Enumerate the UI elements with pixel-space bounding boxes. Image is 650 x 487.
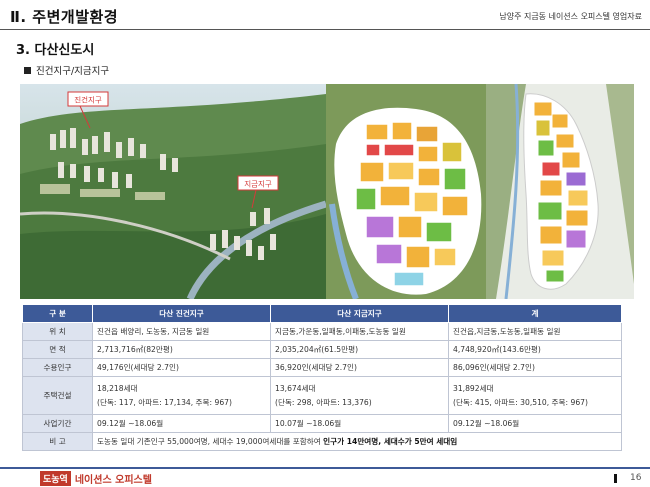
table-cell: 2,035,204㎡(61.5만평) [270,340,449,359]
map-images: 진건지구 지금지구 [20,84,634,299]
jingeon-land-use-plan [326,84,486,299]
row-label: 위 치 [22,322,93,341]
row-label: 수용인구 [22,358,93,377]
header-subtitle: 남양주 지금동 네이션스 오피스텔 영업자료 [499,12,642,21]
aerial-view-image: 진건지구 지금지구 [20,84,326,299]
jigeum-label: 지금지구 [244,180,272,189]
table-row: 주택건설 18,218세대 (단독: 117, 아파트: 17,134, 주복:… [22,376,622,415]
table-row: 면 적 2,713,716㎡(82만평) 2,035,204㎡(61.5만평) … [22,340,622,359]
column-header: 다산 진건지구 [92,304,271,323]
table-cell: 지금동,가운동,일패동,이패동,도농동 일원 [270,322,449,341]
table-cell: 86,096인(세대당 2.7인) [448,358,622,377]
row-label: 주택건설 [22,376,93,415]
cell-line: (단독: 298, 아파트: 13,376) [275,398,372,407]
table-row: 위 치 진건읍 배양리, 도농동, 지금동 일원 지금동,가운동,일패동,이패동… [22,322,622,341]
development-summary-table: 구 분 다산 진건지구 다산 지금지구 계 위 치 진건읍 배양리, 도농동, … [22,304,622,451]
page-number: 16 [630,473,642,483]
subsection-heading: 진건지구/지금지구 [24,63,109,77]
footer-logo: 도농역 네이션스 오피스텔 [40,470,152,486]
brand-name: 네이션스 오피스텔 [74,474,152,486]
table-cell: 36,920인(세대당 2.7인) [270,358,449,377]
table-cell: 09.12월 ~18.06월 [92,414,271,433]
header-title: Ⅱ. 주변개발환경 [10,8,119,26]
page-marker [614,474,617,483]
table-cell: 31,892세대 (단독: 415, 아파트: 30,510, 주복: 967) [448,376,622,415]
row-label: 비 고 [22,432,93,451]
jigeum-land-use-plan [486,84,634,299]
page-header: Ⅱ. 주변개발환경 남양주 지금동 네이션스 오피스텔 영업자료 [0,0,650,30]
station-tag: 도농역 [40,470,71,486]
jingeon-label: 진건지구 [74,95,102,105]
table-row: 비 고 도농동 일대 기존인구 55,000여명, 세대수 19,000여세대를… [22,432,622,451]
table-row: 사업기간 09.12월 ~18.06월 10.07월 ~18.06월 09.12… [22,414,622,433]
footer-divider [0,467,650,469]
table-cell: 13,674세대 (단독: 298, 아파트: 13,376) [270,376,449,415]
table-cell: 4,748,920㎡(143.6만평) [448,340,622,359]
cell-line: 31,892세대 [453,384,494,393]
table-cell: 진건읍,지금동,도농동,일패동 일원 [448,322,622,341]
remarks-cell: 도농동 일대 기존인구 55,000여명, 세대수 19,000여세대를 포함하… [92,432,622,451]
cell-line: 13,674세대 [275,384,316,393]
remarks-emphasis: 인구가 14만여명, 세대수가 5만여 세대임 [323,437,458,446]
table-header-row: 구 분 다산 진건지구 다산 지금지구 계 [22,304,622,323]
table-cell: 진건읍 배양리, 도농동, 지금동 일원 [92,322,271,341]
cell-line: (단독: 415, 아파트: 30,510, 주복: 967) [453,398,588,407]
table-row: 수용인구 49,176인(세대당 2.7인) 36,920인(세대당 2.7인)… [22,358,622,377]
column-header: 계 [448,304,622,323]
row-label: 면 적 [22,340,93,359]
cell-line: (단독: 117, 아파트: 17,134, 주복: 967) [97,398,232,407]
cell-line: 18,218세대 [97,384,138,393]
table-cell: 49,176인(세대당 2.7인) [92,358,271,377]
remarks-text: 도농동 일대 기존인구 55,000여명, 세대수 19,000여세대를 포함하… [97,437,324,446]
subsection-label: 진건지구/지금지구 [36,66,110,77]
column-header: 구 분 [22,304,93,323]
column-header: 다산 지금지구 [270,304,449,323]
section-title: 3. 다산신도시 [16,43,95,58]
table-cell: 18,218세대 (단독: 117, 아파트: 17,134, 주복: 967) [92,376,271,415]
header-divider [0,29,650,30]
square-bullet-icon [24,67,31,74]
row-label: 사업기간 [22,414,93,433]
table-cell: 10.07월 ~18.06월 [270,414,449,433]
table-cell: 2,713,716㎡(82만평) [92,340,271,359]
table-cell: 09.12월 ~18.06월 [448,414,622,433]
